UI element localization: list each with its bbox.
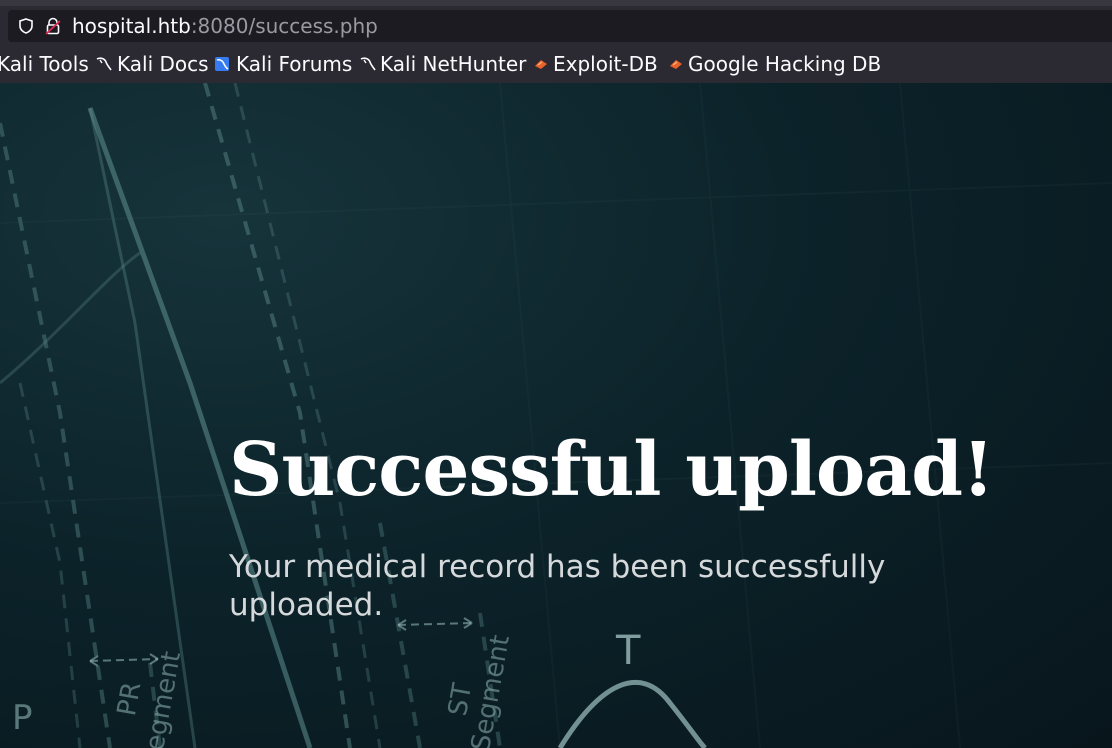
upload-success-message: Your medical record has been successfull… xyxy=(229,549,886,623)
hero-section: PR egment ST Segment P T Successful uplo… xyxy=(0,83,1112,748)
bookmark-kali-nethunter[interactable]: Kali NetHunter xyxy=(380,51,526,77)
bookmark-label: Exploit-DB xyxy=(553,52,658,76)
tracking-protection-shield-icon[interactable] xyxy=(18,18,34,34)
bookmark-label: Kali NetHunter xyxy=(380,52,527,76)
ecg-label-pr: PR xyxy=(112,679,148,719)
kali-dragon-icon xyxy=(360,57,376,71)
url-host: hospital.htb xyxy=(72,14,191,38)
exploit-db-icon xyxy=(535,60,547,69)
page-title: Successful upload! xyxy=(229,427,994,513)
bookmark-exploit-db[interactable]: Exploit-DB xyxy=(553,51,658,77)
ecg-label-p: P xyxy=(12,698,33,738)
bookmark-label: Kali Docs xyxy=(117,52,209,76)
bookmark-kali-forums[interactable]: Kali Forums xyxy=(236,51,352,77)
exploit-db-icon xyxy=(670,60,682,69)
kali-forums-icon xyxy=(215,57,229,71)
navigation-bar: hospital.htb:8080/success.php xyxy=(0,6,1112,46)
ecg-background-graphic xyxy=(0,83,1112,748)
url-bar[interactable]: hospital.htb:8080/success.php xyxy=(8,10,1112,42)
bookmark-kali-tools[interactable]: Kali Tools xyxy=(0,51,89,77)
bookmark-google-hacking-db[interactable]: Google Hacking DB xyxy=(688,51,881,77)
bookmark-label: Kali Tools xyxy=(0,52,89,76)
url-path: :8080/success.php xyxy=(190,14,378,38)
bookmark-kali-docs[interactable]: Kali Docs xyxy=(117,51,209,77)
bookmarks-toolbar: Kali Tools Kali Docs Kali Forums Kali Ne… xyxy=(0,46,1112,83)
ecg-label-t: T xyxy=(616,628,641,674)
url-text[interactable]: hospital.htb:8080/success.php xyxy=(72,14,378,38)
kali-dragon-icon xyxy=(96,57,112,71)
bookmark-label: Kali Forums xyxy=(236,52,353,76)
bookmark-label: Google Hacking DB xyxy=(688,52,882,76)
insecure-lock-icon[interactable] xyxy=(45,17,61,35)
